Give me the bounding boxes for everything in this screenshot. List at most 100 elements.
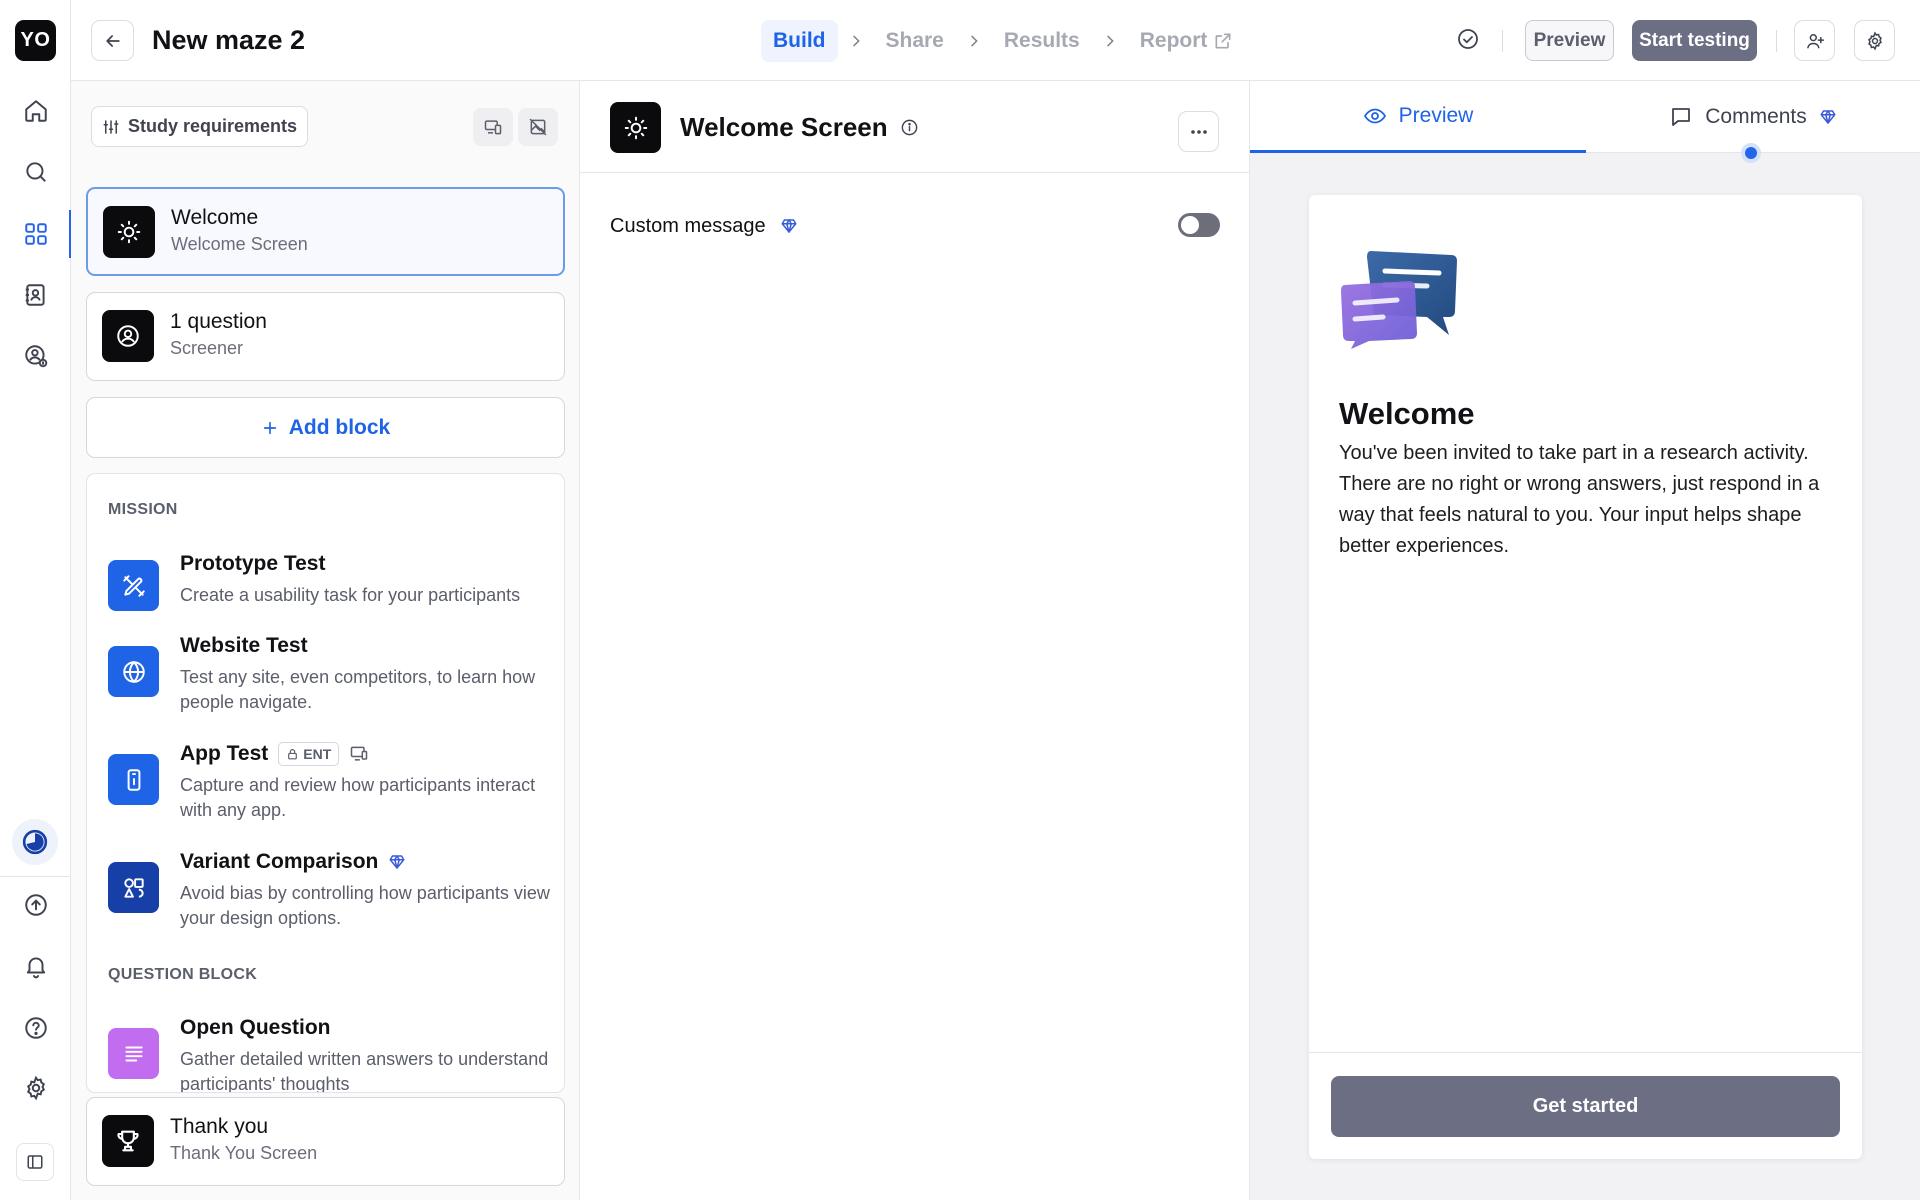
tab-preview[interactable]: Preview (1250, 81, 1586, 153)
step-report[interactable]: Report (1128, 20, 1246, 62)
block-title: Thank you (170, 1115, 269, 1138)
custom-message-row: Custom message (610, 211, 1220, 241)
block-subtitle: Screener (170, 338, 244, 358)
library-item-title: App Test ENT (180, 742, 369, 766)
hide-images-button[interactable] (518, 108, 558, 146)
item-title-text: Variant Comparison (180, 850, 379, 873)
editor-title: Welcome Screen (680, 112, 919, 143)
left-rail: YO (0, 0, 71, 1200)
step-results[interactable]: Results (992, 20, 1092, 62)
devices-icon (484, 120, 502, 135)
text-lines-icon (108, 1028, 159, 1079)
saved-check-icon[interactable] (1456, 27, 1480, 51)
sun-icon (610, 102, 661, 153)
block-welcome[interactable]: Welcome Welcome Screen (86, 187, 565, 276)
study-requirements-label: Study requirements (128, 116, 298, 136)
block-subtitle: Thank You Screen (170, 1143, 318, 1163)
user-circle-icon (102, 310, 154, 362)
device-preview-button[interactable] (473, 108, 513, 146)
collapse-sidebar-icon[interactable] (16, 1143, 54, 1181)
step-share[interactable]: Share (874, 20, 956, 62)
usage-progress-icon[interactable] (12, 819, 58, 865)
block-list-panel: Study requirements Welcome Welcome Scree… (71, 81, 580, 1200)
start-testing-button[interactable]: Start testing (1632, 20, 1757, 61)
plus-icon (263, 421, 276, 434)
shapes-icon (108, 862, 159, 913)
editor-header: Welcome Screen (580, 81, 1250, 173)
arrow-left-icon (105, 34, 120, 47)
diamond-premium-icon (1820, 110, 1836, 124)
rail-divider (0, 876, 71, 877)
item-title-text: Prototype Test (180, 552, 326, 575)
lock-icon (288, 748, 298, 759)
search-icon[interactable] (19, 155, 52, 188)
custom-message-toggle[interactable] (1178, 213, 1220, 237)
chevron-right-icon (852, 35, 860, 47)
tab-comments[interactable]: Comments (1586, 81, 1920, 153)
help-icon[interactable] (19, 1011, 52, 1044)
study-requirements-button[interactable]: Study requirements (91, 106, 309, 147)
info-icon[interactable] (900, 118, 919, 137)
block-thank-you[interactable]: Thank you Thank You Screen (86, 1097, 565, 1186)
step-build[interactable]: Build (761, 20, 838, 62)
more-options-button[interactable] (1178, 111, 1219, 152)
library-item-title: Website Test (180, 634, 308, 658)
invite-user-button[interactable] (1794, 20, 1835, 61)
contacts-icon[interactable] (19, 278, 52, 311)
block-screener[interactable]: 1 question Screener (86, 292, 565, 381)
eye-icon (1363, 108, 1386, 123)
home-icon[interactable] (19, 94, 52, 127)
settings-button[interactable] (1854, 20, 1895, 61)
item-title-text: Website Test (180, 634, 308, 657)
get-started-button[interactable]: Get started (1331, 1076, 1840, 1137)
toggle-knob (1181, 216, 1199, 234)
library-item-title: Variant Comparison (180, 850, 406, 874)
tab-comments-label: Comments (1705, 105, 1807, 128)
enterprise-badge-label: ENT (303, 746, 332, 762)
diamond-premium-icon (389, 855, 405, 869)
preview-footer-divider (1309, 1052, 1862, 1053)
preview-tabs: Preview Comments (1250, 81, 1920, 153)
upgrade-icon[interactable] (19, 888, 52, 921)
block-subtitle: Welcome Screen (171, 234, 308, 254)
gear-icon (1867, 30, 1882, 51)
library-item-description: Create a usability task for your partici… (180, 585, 521, 605)
diamond-premium-icon (781, 219, 797, 233)
page-title[interactable]: New maze 2 (152, 25, 305, 56)
back-button[interactable] (91, 20, 134, 61)
preview-title: Welcome (1339, 396, 1475, 431)
add-user-icon (1806, 33, 1824, 48)
gear-icon[interactable] (19, 1071, 52, 1104)
globe-icon (108, 646, 159, 697)
sliders-icon (103, 119, 119, 134)
add-block-button[interactable]: Add block (86, 397, 565, 458)
editor-title-text: Welcome Screen (680, 112, 888, 142)
ellipsis-icon (1190, 129, 1207, 134)
step-navigation: Build Share Results Report (761, 20, 1245, 62)
welcome-preview-card: Welcome You've been invited to take part… (1309, 195, 1862, 1159)
library-item-description: Avoid bias by controlling how participan… (180, 883, 550, 928)
preview-button[interactable]: Preview (1525, 20, 1614, 61)
block-library: MISSION Prototype Test Create a usabilit… (86, 473, 565, 1093)
section-heading-question-block: QUESTION BLOCK (108, 966, 258, 983)
bell-icon[interactable] (19, 949, 52, 982)
custom-message-label-group: Custom message (610, 215, 798, 238)
chat-bubbles-illustration (1339, 245, 1459, 349)
comment-icon (1672, 108, 1691, 126)
add-block-label: Add block (288, 415, 391, 439)
sun-icon (103, 206, 155, 258)
preview-panel: Preview Comments Welcome You've been inv… (1250, 81, 1920, 1200)
preview-body-text: You've been invited to take part in a re… (1339, 442, 1820, 557)
participants-icon[interactable] (19, 339, 52, 372)
comment-indicator-dot (1741, 143, 1761, 163)
workspace-logo[interactable]: YO (15, 20, 56, 61)
desktop-mobile-icon (351, 746, 368, 761)
library-item-title: Open Question (180, 1016, 331, 1040)
block-editor-panel: Welcome Screen Custom message (580, 81, 1250, 1200)
grid-icon[interactable] (19, 217, 52, 250)
pen-ruler-icon (108, 560, 159, 611)
tab-preview-label: Preview (1398, 103, 1474, 127)
block-title: Welcome (171, 206, 259, 229)
toolbar-divider (1776, 30, 1777, 52)
trophy-icon (102, 1115, 154, 1167)
